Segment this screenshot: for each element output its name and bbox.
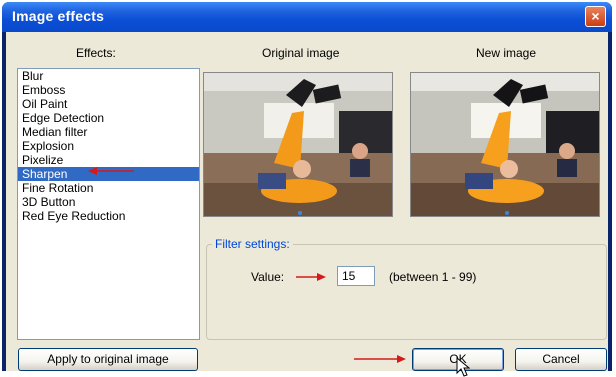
effect-item-blur[interactable]: Blur <box>18 69 199 83</box>
dialog-body: Effects: Original image New image Blur E… <box>6 32 608 377</box>
close-icon[interactable]: × <box>585 6 606 27</box>
new-image-label: New image <box>476 46 537 60</box>
value-input[interactable]: 15 <box>337 266 375 286</box>
filter-settings-group <box>206 244 607 340</box>
cancel-button[interactable]: Cancel <box>515 348 607 371</box>
effect-item-oil-paint[interactable]: Oil Paint <box>18 97 199 111</box>
value-label: Value: <box>251 270 285 284</box>
value-range-hint: (between 1 - 99) <box>389 270 477 284</box>
ok-pointer-arrow-icon <box>354 355 406 363</box>
effect-item-red-eye-reduction[interactable]: Red Eye Reduction <box>18 209 199 223</box>
value-pointer-arrow-icon <box>296 273 326 281</box>
effect-item-explosion[interactable]: Explosion <box>18 139 199 153</box>
sharpen-pointer-arrow-icon <box>88 167 134 175</box>
effect-item-edge-detection[interactable]: Edge Detection <box>18 111 199 125</box>
effect-item-fine-rotation[interactable]: Fine Rotation <box>18 181 199 195</box>
effect-item-median-filter[interactable]: Median filter <box>18 125 199 139</box>
effect-item-emboss[interactable]: Emboss <box>18 83 199 97</box>
image-effects-dialog: Image effects × Effects: Original image … <box>2 2 612 377</box>
effects-label: Effects: <box>76 46 116 60</box>
mouse-cursor-icon <box>456 357 470 377</box>
apply-to-original-button[interactable]: Apply to original image <box>18 348 198 371</box>
original-image-preview <box>203 72 393 217</box>
dialog-title: Image effects <box>12 8 105 24</box>
effects-list[interactable]: Blur Emboss Oil Paint Edge Detection Med… <box>17 68 200 340</box>
effect-item-3d-button[interactable]: 3D Button <box>18 195 199 209</box>
title-bar[interactable]: Image effects × <box>2 2 612 32</box>
new-image-preview <box>410 72 600 217</box>
filter-settings-label: Filter settings: <box>212 237 293 251</box>
original-image-label: Original image <box>262 46 340 60</box>
